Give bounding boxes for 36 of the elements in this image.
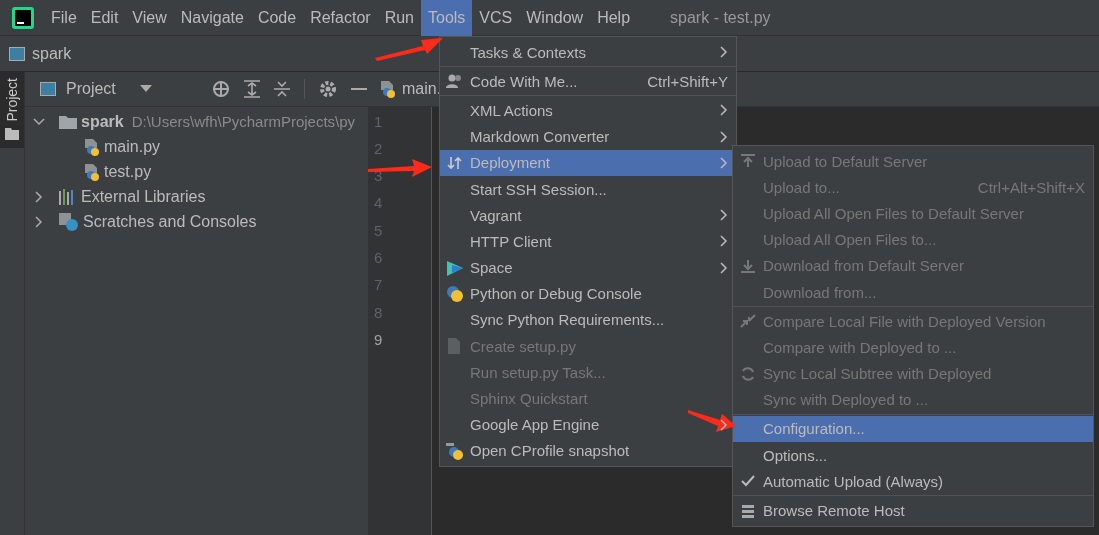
window-title: spark - test.py xyxy=(670,8,771,27)
tree-item[interactable]: spark xyxy=(81,112,124,131)
menu-item[interactable]: Google App Engine xyxy=(440,411,736,438)
menu-item[interactable]: Browse Remote Host xyxy=(733,497,1093,524)
menu-bar-item[interactable]: Window xyxy=(519,0,591,36)
menu-item[interactable]: Options... xyxy=(733,442,1093,469)
menu-bar-item[interactable]: View xyxy=(125,0,174,36)
project-path: D:\Users\wfh\PycharmProjects\py xyxy=(131,113,356,130)
menu-item[interactable]: Space xyxy=(440,254,736,281)
menu-item[interactable]: Python or Debug Console xyxy=(440,280,736,307)
menu-item[interactable]: Start SSH Session... xyxy=(440,175,736,203)
menu-item[interactable]: Markdown Converter xyxy=(440,123,736,150)
menu-item[interactable]: Sync Python Requirements... xyxy=(440,306,736,334)
menu-item[interactable]: Tasks & Contexts xyxy=(440,39,736,66)
menu-item[interactable]: HTTP Client xyxy=(440,228,736,255)
menu-bar-item[interactable]: Navigate xyxy=(173,0,251,36)
tree-item[interactable]: External Libraries xyxy=(81,187,206,206)
editor-tab[interactable]: main. xyxy=(402,80,442,98)
menu-item[interactable]: Automatic Upload (Always) xyxy=(733,468,1093,495)
menu-bar-item[interactable]: VCS xyxy=(472,0,520,36)
menu-item[interactable]: XML Actions xyxy=(440,97,736,124)
panel-title[interactable]: Project xyxy=(66,80,116,98)
menu-item[interactable]: Code With Me... Ctrl+Shift+Y xyxy=(440,68,736,95)
menu-bar-item[interactable]: Run xyxy=(377,0,421,36)
menu-bar-item[interactable]: Edit xyxy=(83,0,126,36)
tree-item[interactable]: main.py xyxy=(104,137,161,156)
tree-item[interactable]: Scratches and Consoles xyxy=(83,212,257,231)
menu-bar-item[interactable]: Refactor xyxy=(303,0,378,36)
menu-bar-item[interactable]: File xyxy=(44,0,84,36)
tree-item[interactable]: test.py xyxy=(104,162,152,181)
menu-item[interactable]: Vagrant xyxy=(440,202,736,229)
menu-bar-item[interactable]: Code xyxy=(250,0,304,36)
menu-item[interactable]: Open CProfile snapshot xyxy=(440,437,736,464)
breadcrumb[interactable]: spark xyxy=(32,44,72,63)
menu-bar-item[interactable]: Help xyxy=(590,0,638,36)
line-number: 9 xyxy=(374,330,383,349)
